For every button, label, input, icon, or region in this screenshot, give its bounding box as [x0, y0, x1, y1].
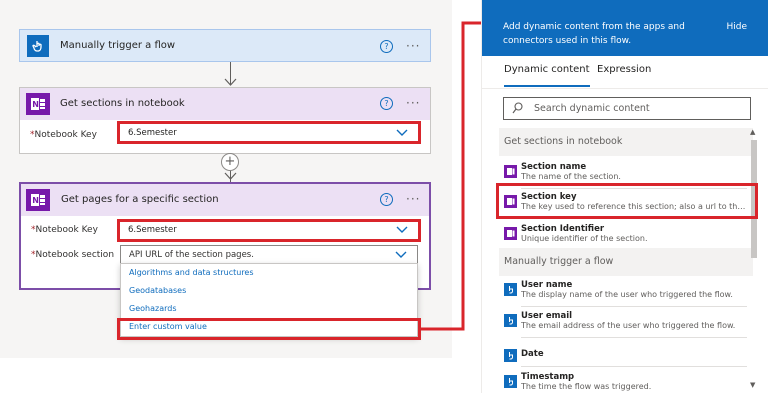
item-description: Unique identifier of the section.	[521, 234, 648, 243]
item-title: User name	[521, 280, 573, 290]
item-title: Section Identifier	[521, 224, 605, 234]
annotation-connector	[421, 21, 484, 331]
divider	[521, 337, 747, 338]
trigger-title: Manually trigger a flow	[60, 40, 176, 51]
dynamic-content-panel: Add dynamic content from the apps and co…	[481, 0, 768, 393]
hand-tap-icon	[27, 35, 49, 57]
dynamic-content-list: Get sections in notebook Section name Th…	[499, 128, 753, 393]
svg-text:N: N	[32, 100, 39, 109]
help-icon[interactable]: ?	[380, 193, 393, 206]
item-title: Date	[521, 349, 544, 359]
search-icon	[512, 102, 523, 114]
scrollbar[interactable]: ▲ ▼	[750, 128, 758, 393]
hand-tap-icon	[504, 375, 517, 388]
item-title: User email	[521, 311, 573, 321]
help-icon[interactable]: ?	[380, 40, 393, 53]
dropdown-option[interactable]: Geodatabases	[121, 282, 417, 300]
list-item[interactable]: Timestamp The time the flow was triggere…	[499, 372, 753, 396]
add-step-button[interactable]: +	[221, 153, 239, 171]
search-input[interactable]: Search dynamic content	[503, 97, 751, 120]
trigger-card[interactable]: Manually trigger a flow ? ···	[19, 29, 431, 62]
tab-dynamic-content[interactable]: Dynamic content	[504, 64, 590, 87]
onenote-icon	[504, 227, 517, 240]
highlight-box	[117, 318, 421, 340]
scroll-down-icon[interactable]: ▼	[750, 381, 755, 389]
tab-expression[interactable]: Expression	[597, 64, 651, 75]
divider	[482, 88, 768, 89]
notebook-key-label: *Notebook Key	[30, 130, 97, 140]
highlight-box	[117, 219, 421, 242]
chevron-down-icon	[395, 251, 407, 258]
list-item[interactable]: User email The email address of the user…	[499, 311, 753, 338]
arrow-down-icon	[224, 172, 237, 180]
list-item[interactable]: User name The display name of the user w…	[499, 280, 753, 307]
divider	[521, 306, 747, 307]
onenote-icon	[504, 165, 517, 178]
hide-link[interactable]: Hide	[726, 20, 747, 34]
help-icon[interactable]: ?	[380, 97, 393, 110]
dropdown-option[interactable]: Algorithms and data structures	[121, 264, 417, 282]
list-item[interactable]: Section Identifier Unique identifier of …	[499, 224, 753, 248]
hand-tap-icon	[504, 283, 517, 296]
list-item[interactable]: Date	[499, 346, 753, 367]
notebook-section-label: *Notebook section	[31, 250, 115, 260]
arrow-down-icon	[224, 78, 237, 86]
hand-tap-icon	[504, 349, 517, 362]
section-header: Get sections in notebook	[499, 128, 753, 156]
onenote-icon: N	[26, 93, 50, 115]
notebook-key-label: *Notebook Key	[31, 225, 98, 235]
scroll-up-icon[interactable]: ▲	[750, 128, 755, 136]
item-description: The name of the section.	[521, 172, 621, 181]
item-description: The display name of the user who trigger…	[521, 290, 733, 299]
panel-header-text: Add dynamic content from the apps and co…	[503, 22, 685, 46]
hand-tap-icon	[504, 314, 517, 327]
item-title: Section name	[521, 162, 587, 172]
highlight-box	[117, 121, 421, 144]
item-description: The time the flow was triggered.	[521, 382, 652, 391]
flow-canvas: Manually trigger a flow ? ··· N Get sect…	[0, 0, 452, 358]
section-header: Manually trigger a flow	[499, 248, 753, 276]
item-description: The email address of the user who trigge…	[521, 321, 736, 330]
item-title: Timestamp	[521, 372, 575, 382]
get-sections-title: Get sections in notebook	[60, 98, 185, 109]
notebook-section-field[interactable]: API URL of the section pages.	[120, 245, 418, 265]
divider	[521, 366, 747, 367]
onenote-icon: N	[26, 189, 50, 211]
highlight-box	[496, 183, 758, 219]
panel-header: Add dynamic content from the apps and co…	[482, 0, 768, 56]
svg-text:N: N	[32, 196, 39, 205]
dropdown-option[interactable]: Geohazards	[121, 300, 417, 318]
get-pages-title: Get pages for a specific section	[61, 194, 219, 205]
